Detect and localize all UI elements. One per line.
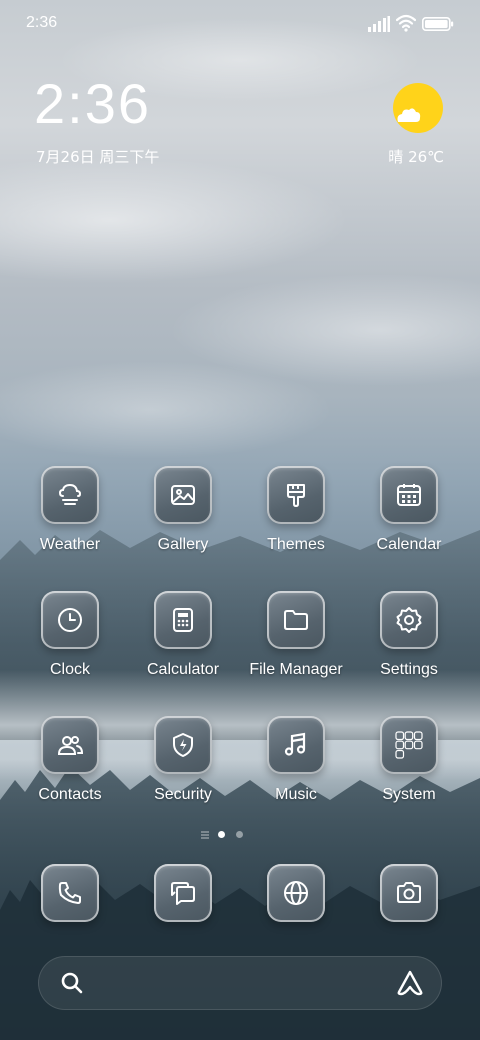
app-label: Music [275, 786, 317, 803]
app-label: Contacts [38, 786, 102, 803]
shield-icon [154, 716, 212, 774]
messages-icon [154, 864, 212, 922]
dock-camera[interactable] [353, 864, 465, 922]
app-label: Weather [39, 536, 101, 553]
themes-icon [267, 466, 325, 524]
search-bar[interactable] [38, 956, 442, 1010]
folder-icon [267, 591, 325, 649]
wifi-icon [396, 14, 416, 32]
search-icon[interactable] [60, 971, 84, 995]
dock-phone[interactable] [14, 864, 126, 922]
contacts-icon [41, 716, 99, 774]
status-time: 2:36 [26, 14, 58, 31]
app-label: Clock [49, 661, 90, 678]
signal-icon [368, 16, 390, 32]
app-label: Security [154, 786, 212, 803]
assistant-icon[interactable] [396, 969, 424, 997]
phone-icon [41, 864, 99, 922]
app-music[interactable]: Music [240, 716, 352, 804]
clock-widget-time[interactable]: 2:36 [34, 76, 151, 132]
dock-messages[interactable] [127, 864, 239, 922]
app-gallery[interactable]: Gallery [127, 466, 239, 554]
music-icon [267, 716, 325, 774]
clock-widget-date[interactable]: 7月26日 周三下午 [36, 146, 159, 167]
folder-grid-icon [380, 716, 438, 774]
clock-icon [41, 591, 99, 649]
camera-icon [380, 864, 438, 922]
weather-widget[interactable]: 晴 26℃ [364, 82, 444, 172]
sun-cloud-icon [393, 83, 443, 133]
calculator-icon [154, 591, 212, 649]
app-clock[interactable]: Clock [14, 591, 126, 679]
app-label: Calendar [376, 536, 442, 553]
status-bar: 2:36 [0, 0, 480, 50]
drawer-lines-icon [201, 831, 209, 839]
gallery-icon [154, 466, 212, 524]
app-label: File Manager [249, 661, 343, 678]
calendar-icon [380, 466, 438, 524]
app-file-manager[interactable]: File Manager [240, 591, 352, 679]
page-indicator[interactable] [0, 830, 480, 842]
battery-icon [422, 17, 454, 31]
app-label: Gallery [157, 536, 209, 553]
app-security[interactable]: Security [127, 716, 239, 804]
app-label: Calculator [146, 661, 220, 678]
app-contacts[interactable]: Contacts [14, 716, 126, 804]
browser-icon [267, 864, 325, 922]
app-label: Themes [267, 536, 325, 553]
app-calendar[interactable]: Calendar [353, 466, 465, 554]
app-themes[interactable]: Themes [240, 466, 352, 554]
weather-icon [41, 466, 99, 524]
weather-text: 晴 26℃ [388, 148, 444, 166]
dock-browser[interactable] [240, 864, 352, 922]
app-calculator[interactable]: Calculator [127, 591, 239, 679]
page-dot-active [218, 831, 225, 838]
app-label: System [382, 786, 436, 803]
app-settings[interactable]: Settings [353, 591, 465, 679]
app-system-folder[interactable]: System [353, 716, 465, 804]
app-weather[interactable]: Weather [14, 466, 126, 554]
page-dot [236, 831, 243, 838]
gear-icon [380, 591, 438, 649]
app-label: Settings [380, 661, 438, 678]
